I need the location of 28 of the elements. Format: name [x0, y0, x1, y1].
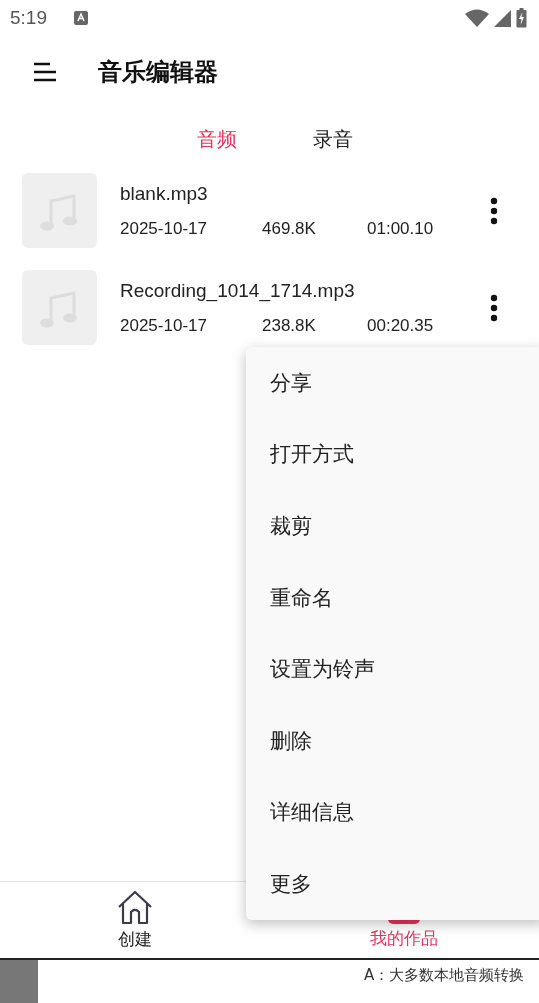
more-options-icon[interactable] — [490, 196, 498, 225]
wifi-icon — [465, 9, 489, 27]
status-time: 5:19 — [10, 7, 47, 29]
more-options-icon[interactable] — [490, 293, 498, 322]
file-duration: 01:00.10 — [367, 218, 434, 239]
file-date: 2025-10-17 — [120, 218, 208, 239]
file-name: blank.mp3 — [120, 182, 209, 205]
menu-item[interactable]: 删除 — [246, 704, 539, 777]
menu-item[interactable]: 裁剪 — [246, 490, 539, 562]
signal-icon — [494, 9, 511, 27]
keyboard-notification-icon — [74, 11, 88, 25]
file-size: 238.8K — [262, 315, 317, 336]
tab[interactable]: 音频 — [188, 121, 245, 157]
battery-icon — [516, 8, 527, 28]
menu-item[interactable]: 详细信息 — [246, 776, 539, 849]
file-size: 469.8K — [262, 218, 317, 239]
menu-icon[interactable] — [33, 62, 57, 82]
file-duration: 00:20.35 — [367, 315, 434, 336]
file-date: 2025-10-17 — [120, 315, 208, 336]
menu-item[interactable]: 打开方式 — [246, 418, 539, 491]
menu-item[interactable]: 分享 — [246, 347, 539, 419]
menu-item[interactable]: 设置为铃声 — [246, 633, 539, 705]
app-title: 音乐编辑器 — [98, 57, 218, 88]
file-name: Recording_1014_1714.mp3 — [120, 279, 356, 302]
background-text: A：大多数本地音频转换 — [364, 966, 525, 984]
tab[interactable]: 录音 — [304, 121, 361, 157]
window-edge — [0, 960, 38, 1003]
menu-item[interactable]: 重命名 — [246, 561, 539, 634]
